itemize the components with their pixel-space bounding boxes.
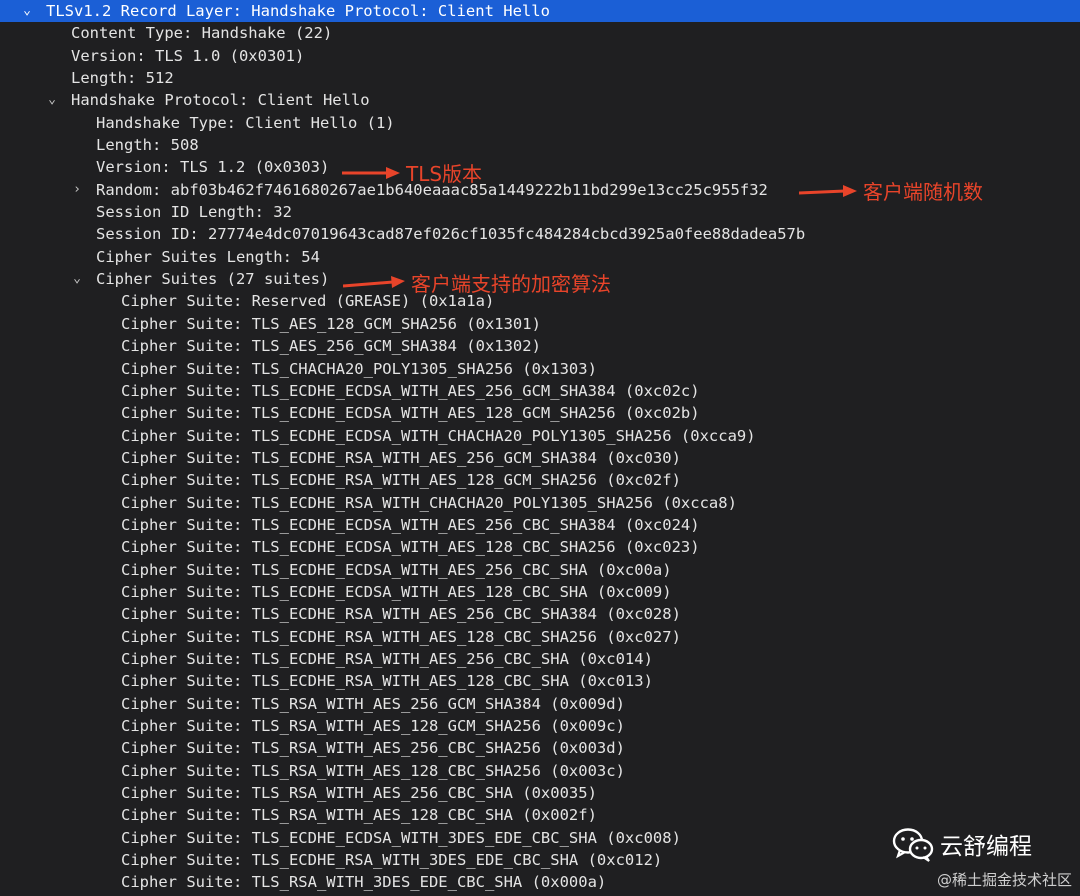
record-version-label: Version: TLS 1.0 (0x0301) [71,46,305,65]
cipher-suite-row[interactable]: Cipher Suite: TLS_ECDHE_RSA_WITH_AES_128… [0,670,1080,692]
tree-node-record-length[interactable]: Length: 512 [0,67,1080,89]
cipher-suite-row[interactable]: Cipher Suite: TLS_ECDHE_RSA_WITH_AES_128… [0,469,1080,491]
tree-node-session-id[interactable]: Session ID: 27774e4dc07019643cad87ef026c… [0,223,1080,245]
annotation-client-random-text: 客户端随机数 [863,180,983,204]
cipher-suite-list: Cipher Suite: Reserved (GREASE) (0x1a1a)… [0,290,1080,893]
record-layer-label: TLSv1.2 Record Layer: Handshake Protocol… [46,2,550,20]
cipher-suite-row[interactable]: Cipher Suite: TLS_AES_256_GCM_SHA384 (0x… [0,335,1080,357]
cipher-suite-label: Cipher Suite: TLS_RSA_WITH_AES_256_CBC_S… [121,739,625,758]
cipher-suite-row[interactable]: Cipher Suite: TLS_ECDHE_RSA_WITH_AES_256… [0,447,1080,469]
content-type-label: Content Type: Handshake (22) [71,24,333,43]
cipher-suite-row[interactable]: Cipher Suite: TLS_ECDHE_RSA_WITH_AES_128… [0,626,1080,648]
cipher-suites-label: Cipher Suites (27 suites) [96,270,330,289]
wechat-icon [892,828,934,862]
packet-details-tree: ⌄ TLSv1.2 Record Layer: Handshake Protoc… [0,0,1080,894]
red-arrow-icon [799,184,857,197]
chevron-down-icon[interactable]: ⌄ [20,0,34,22]
handshake-length-label: Length: 508 [96,136,199,155]
cipher-suite-row[interactable]: Cipher Suite: TLS_RSA_WITH_AES_128_CBC_S… [0,804,1080,826]
watermark-account: 云舒编程 [940,834,1032,860]
cipher-suite-label: Cipher Suite: TLS_ECDHE_ECDSA_WITH_AES_1… [121,538,700,557]
cipher-suite-row[interactable]: Cipher Suite: TLS_ECDHE_ECDSA_WITH_AES_1… [0,402,1080,424]
cipher-suite-label: Cipher Suite: TLS_RSA_WITH_AES_128_GCM_S… [121,717,625,735]
tree-node-record-layer[interactable]: ⌄ TLSv1.2 Record Layer: Handshake Protoc… [0,0,1080,23]
cipher-suite-label: Cipher Suite: TLS_AES_128_GCM_SHA256 (0x… [121,314,541,333]
cipher-suite-label: Cipher Suite: TLS_RSA_WITH_3DES_EDE_CBC_… [121,873,607,892]
chevron-right-icon[interactable]: › [70,179,84,201]
tree-node-handshake-protocol[interactable]: ⌄ Handshake Protocol: Client Hello [0,89,1080,111]
annotation-tls-version: TLS版本 [342,158,482,187]
cipher-suite-row[interactable]: Cipher Suite: TLS_ECDHE_RSA_WITH_CHACHA2… [0,492,1080,514]
cipher-suite-label: Cipher Suite: TLS_ECDHE_ECDSA_WITH_3DES_… [121,828,681,847]
cipher-suite-label: Cipher Suite: TLS_ECDHE_ECDSA_WITH_AES_2… [121,560,672,579]
watermark-site: @稀土掘金技术社区 [936,871,1072,889]
red-arrow-icon [342,166,400,179]
cipher-suite-row[interactable]: Cipher Suite: TLS_ECDHE_RSA_WITH_AES_256… [0,603,1080,625]
red-arrow-icon [343,275,405,288]
cipher-suite-row[interactable]: Cipher Suite: TLS_RSA_WITH_AES_128_CBC_S… [0,760,1080,782]
cipher-suites-length-label: Cipher Suites Length: 54 [96,247,320,266]
cipher-suite-label: Cipher Suite: TLS_CHACHA20_POLY1305_SHA2… [121,359,597,378]
cipher-suite-row[interactable]: Cipher Suite: TLS_ECDHE_ECDSA_WITH_AES_2… [0,559,1080,581]
tree-node-handshake-length[interactable]: Length: 508 [0,134,1080,156]
cipher-suite-label: Cipher Suite: TLS_AES_256_GCM_SHA384 (0x… [121,337,541,356]
annotation-client-ciphers-text: 客户端支持的加密算法 [411,272,611,296]
session-id-label: Session ID: 27774e4dc07019643cad87ef026c… [96,225,806,244]
cipher-suite-row[interactable]: Cipher Suite: TLS_ECDHE_ECDSA_WITH_AES_1… [0,581,1080,603]
handshake-version-label: Version: TLS 1.2 (0x0303) [96,158,330,177]
cipher-suite-row[interactable]: Cipher Suite: TLS_RSA_WITH_AES_256_CBC_S… [0,737,1080,759]
tree-node-record-version[interactable]: Version: TLS 1.0 (0x0301) [0,45,1080,67]
cipher-suite-label: Cipher Suite: TLS_ECDHE_RSA_WITH_AES_256… [121,605,681,624]
cipher-suite-label: Cipher Suite: TLS_ECDHE_RSA_WITH_3DES_ED… [121,851,663,870]
annotation-client-ciphers: 客户端支持的加密算法 [343,268,611,297]
cipher-suite-row[interactable]: Cipher Suite: TLS_RSA_WITH_3DES_EDE_CBC_… [0,871,1080,893]
cipher-suite-label: Cipher Suite: TLS_ECDHE_RSA_WITH_AES_128… [121,672,653,691]
session-id-length-label: Session ID Length: 32 [96,203,292,222]
cipher-suite-label: Cipher Suite: TLS_ECDHE_ECDSA_WITH_AES_1… [121,404,700,423]
record-length-label: Length: 512 [71,69,174,88]
watermark: 云舒编程 [892,826,1032,862]
cipher-suite-row[interactable]: Cipher Suite: TLS_ECDHE_ECDSA_WITH_CHACH… [0,425,1080,447]
cipher-suite-row[interactable]: Cipher Suite: TLS_RSA_WITH_AES_128_GCM_S… [0,715,1080,737]
tree-node-content-type[interactable]: Content Type: Handshake (22) [0,22,1080,44]
cipher-suite-label: Cipher Suite: TLS_RSA_WITH_AES_128_CBC_S… [121,806,597,825]
cipher-suite-row[interactable]: Cipher Suite: TLS_RSA_WITH_AES_256_GCM_S… [0,693,1080,715]
cipher-suite-row[interactable]: Cipher Suite: TLS_RSA_WITH_AES_256_CBC_S… [0,782,1080,804]
cipher-suite-label: Cipher Suite: TLS_RSA_WITH_AES_256_GCM_S… [121,694,625,713]
cipher-suite-label: Cipher Suite: TLS_RSA_WITH_AES_128_CBC_S… [121,761,625,780]
cipher-suite-label: Cipher Suite: TLS_RSA_WITH_AES_256_CBC_S… [121,784,597,803]
cipher-suite-label: Cipher Suite: TLS_ECDHE_ECDSA_WITH_AES_1… [121,582,672,601]
handshake-protocol-label: Handshake Protocol: Client Hello [71,91,370,110]
cipher-suite-row[interactable]: Cipher Suite: TLS_ECDHE_ECDSA_WITH_AES_2… [0,514,1080,536]
cipher-suite-row[interactable]: Cipher Suite: TLS_AES_128_GCM_SHA256 (0x… [0,313,1080,335]
tree-node-handshake-type[interactable]: Handshake Type: Client Hello (1) [0,112,1080,134]
handshake-type-label: Handshake Type: Client Hello (1) [96,113,395,132]
annotation-tls-version-text: TLS版本 [406,162,483,186]
cipher-suite-label: Cipher Suite: TLS_ECDHE_RSA_WITH_AES_128… [121,471,681,490]
annotation-client-random: 客户端随机数 [799,176,983,205]
cipher-suite-row[interactable]: Cipher Suite: TLS_ECDHE_RSA_WITH_AES_256… [0,648,1080,670]
chevron-down-icon[interactable]: ⌄ [45,89,59,111]
cipher-suite-label: Cipher Suite: TLS_ECDHE_ECDSA_WITH_AES_2… [121,381,700,400]
cipher-suite-row[interactable]: Cipher Suite: TLS_CHACHA20_POLY1305_SHA2… [0,358,1080,380]
cipher-suite-label: Cipher Suite: TLS_ECDHE_RSA_WITH_AES_128… [121,627,681,646]
cipher-suite-label: Cipher Suite: TLS_ECDHE_RSA_WITH_CHACHA2… [121,493,737,512]
cipher-suite-label: Cipher Suite: TLS_ECDHE_ECDSA_WITH_CHACH… [121,426,756,445]
tree-node-cipher-suites-length[interactable]: Cipher Suites Length: 54 [0,246,1080,268]
cipher-suite-row[interactable]: Cipher Suite: TLS_ECDHE_ECDSA_WITH_AES_1… [0,536,1080,558]
cipher-suite-label: Cipher Suite: TLS_ECDHE_RSA_WITH_AES_256… [121,448,681,467]
cipher-suite-row[interactable]: Cipher Suite: TLS_ECDHE_ECDSA_WITH_AES_2… [0,380,1080,402]
chevron-down-icon[interactable]: ⌄ [70,268,84,290]
cipher-suite-label: Cipher Suite: TLS_ECDHE_ECDSA_WITH_AES_2… [121,515,700,534]
cipher-suite-label: Cipher Suite: TLS_ECDHE_RSA_WITH_AES_256… [121,649,653,668]
